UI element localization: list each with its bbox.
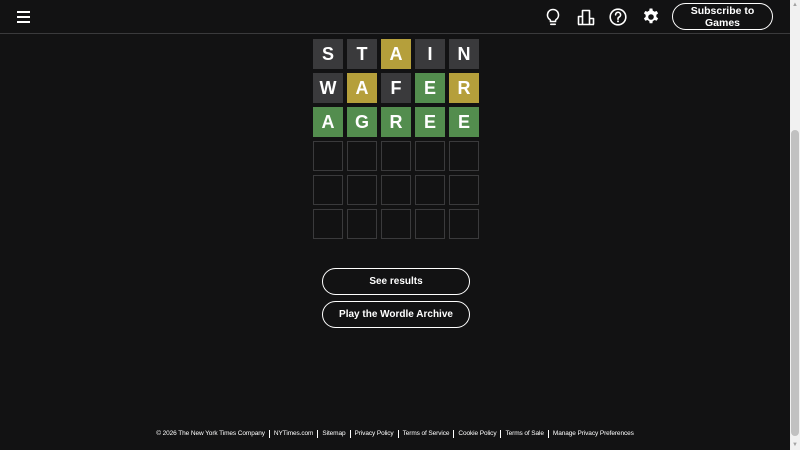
tile-r6-c3 [381,209,411,239]
subscribe-button[interactable]: Subscribe to Games [672,3,773,30]
tile-r5-c3 [381,175,411,205]
tile-r4-c2 [347,141,377,171]
tile-r4-c5 [449,141,479,171]
tile-r5-c4 [415,175,445,205]
tile-r2-c2: A [347,73,377,103]
tile-r4-c1 [313,141,343,171]
tile-r1-c2: T [347,39,377,69]
tile-r5-c2 [347,175,377,205]
tile-r2-c1: W [313,73,343,103]
tile-r3-c3: R [381,107,411,137]
see-results-button[interactable]: See results [322,268,470,295]
tile-r6-c4 [415,209,445,239]
tile-r1-c1: S [313,39,343,69]
tile-r4-c4 [415,141,445,171]
tile-r5-c1 [313,175,343,205]
tile-r1-c3: A [381,39,411,69]
scroll-down-icon[interactable]: ▼ [791,441,799,449]
footer-link-terms-of-service[interactable]: Terms of Service [397,430,454,438]
tile-r1-c5: N [449,39,479,69]
menu-icon[interactable] [14,8,32,26]
tile-r3-c5: E [449,107,479,137]
scroll-thumb[interactable] [791,130,799,436]
tile-r6-c2 [347,209,377,239]
stats-icon[interactable] [576,7,596,27]
tile-r4-c3 [381,141,411,171]
tile-r6-c5 [449,209,479,239]
footer-link-sitemap[interactable]: Sitemap [317,430,349,438]
footer-link-manage-privacy-preferences[interactable]: Manage Privacy Preferences [547,430,638,438]
copyright-text: © 2026 The New York Times Company [156,430,265,437]
footer: © 2026 The New York Times Company NYTime… [0,428,790,440]
lightbulb-icon[interactable] [543,7,563,27]
tile-r6-c1 [313,209,343,239]
footer-link-nytimes-com[interactable]: NYTimes.com [268,430,317,438]
tile-r3-c1: A [313,107,343,137]
tile-r2-c4: E [415,73,445,103]
scrollbar[interactable]: ▲ ▼ [790,0,800,450]
tile-r2-c5: R [449,73,479,103]
wordle-archive-button[interactable]: Play the Wordle Archive [322,301,470,328]
help-icon[interactable] [608,7,628,27]
footer-link-privacy-policy[interactable]: Privacy Policy [349,430,398,438]
tile-r3-c4: E [415,107,445,137]
tile-r5-c5 [449,175,479,205]
footer-link-terms-of-sale[interactable]: Terms of Sale [500,430,547,438]
footer-link-cookie-policy[interactable]: Cookie Policy [453,430,500,438]
top-bar: Subscribe to Games [0,0,790,34]
tile-r3-c2: G [347,107,377,137]
game-board: STAINWAFERAGREE [313,39,479,239]
scroll-up-icon[interactable]: ▲ [791,1,799,9]
gear-icon[interactable] [641,7,661,27]
tile-r1-c4: I [415,39,445,69]
tile-r2-c3: F [381,73,411,103]
